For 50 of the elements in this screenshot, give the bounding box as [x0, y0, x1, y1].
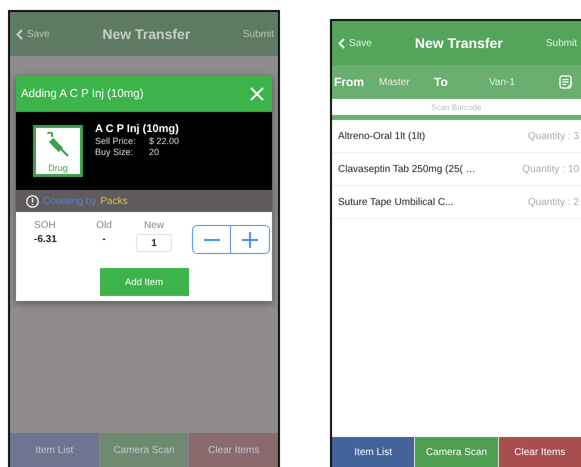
counting-unit: Packs: [100, 196, 128, 206]
stock-value: -6.31: [34, 234, 57, 245]
close-button[interactable]: [250, 87, 264, 101]
product-name: A C P Inj (10mg): [95, 123, 180, 135]
detail-value: 20: [149, 147, 160, 157]
stock-value: -: [102, 234, 106, 245]
bottom-tab-button[interactable]: Camera Scan: [100, 433, 188, 467]
item-quantity: Quantity : 2: [528, 196, 579, 208]
stock-label: Old: [96, 220, 112, 231]
submit-button[interactable]: Submit: [546, 38, 577, 48]
detail-value: $ 22.00: [149, 136, 180, 146]
info-icon: [26, 194, 39, 208]
back-chevron-icon: [16, 28, 23, 40]
dialog-title: Adding A C P Inj (10mg): [21, 88, 144, 100]
item-name: Altreno-Oral 1lt (1lt): [338, 130, 426, 142]
submit-button[interactable]: Submit: [242, 28, 274, 40]
to-value: Van-1: [489, 76, 516, 88]
transfer-item-row[interactable]: Altreno-Oral 1lt (1lt) Quantity : 3: [332, 120, 581, 153]
screen-title: New Transfer: [102, 26, 190, 42]
detail-label: Buy Size:: [95, 147, 134, 157]
add-item-button[interactable]: Add Item: [100, 268, 188, 296]
stock-label: SOH: [34, 220, 56, 231]
item-name: Clavaseptin Tab 250mg (25( …: [338, 164, 476, 174]
counting-label: Counting by: [43, 196, 96, 206]
save-button[interactable]: Save: [338, 38, 372, 48]
plus-icon: [242, 232, 258, 248]
screen-title: New Transfer: [414, 35, 503, 51]
drug-label: Drug: [48, 163, 68, 174]
decrement-button[interactable]: [193, 226, 231, 253]
back-chevron-icon: [338, 38, 345, 48]
new-quantity-field[interactable]: 1: [136, 234, 172, 252]
syringe-icon: [45, 132, 71, 158]
bottom-tab-button[interactable]: Camera Scan: [415, 437, 498, 467]
bottom-tab-button[interactable]: Clear Items: [189, 433, 278, 467]
item-quantity: Quantity : 3: [528, 130, 579, 142]
bottom-tab-button[interactable]: Item List: [332, 437, 414, 467]
bottom-tab-button[interactable]: Item List: [10, 433, 99, 467]
minus-icon: [204, 238, 220, 240]
to-label: To: [434, 75, 449, 89]
save-button[interactable]: Save: [16, 28, 50, 40]
item-name: Suture Tape Umbilical C...: [338, 196, 454, 208]
transfer-item-row[interactable]: Clavaseptin Tab 250mg (25( … Quantity : 10: [332, 153, 581, 186]
transfer-item-row[interactable]: Suture Tape Umbilical C... Quantity : 2: [332, 186, 581, 219]
edit-note-icon[interactable]: [559, 75, 573, 89]
new-label: New: [144, 220, 164, 231]
detail-label: Sell Price:: [95, 136, 137, 146]
from-label: From: [334, 75, 365, 89]
from-value: Master: [379, 76, 411, 88]
bottom-tab-button[interactable]: Clear Items: [498, 437, 581, 467]
item-quantity: Quantity : 10: [522, 164, 579, 174]
